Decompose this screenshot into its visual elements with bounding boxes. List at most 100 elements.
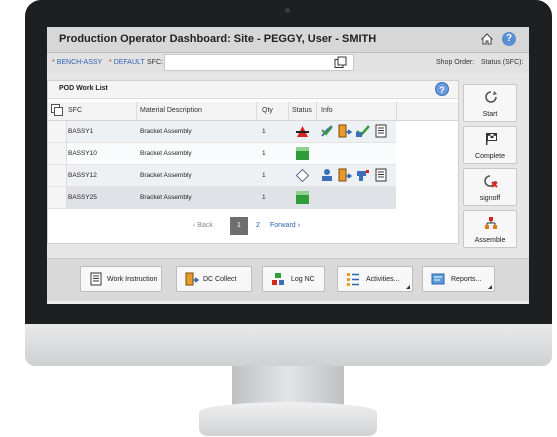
shop-order-label: Shop Order: <box>436 59 475 66</box>
row-selector[interactable] <box>48 187 67 208</box>
work-instruction-icon <box>90 272 102 286</box>
assemble-button[interactable]: Assemble <box>463 210 517 248</box>
sfc-label: SFC: <box>147 59 163 66</box>
title-bar: Production Operator Dashboard: Site - PE… <box>47 27 529 53</box>
column-header-info[interactable]: Info <box>321 107 333 114</box>
log-nc-button[interactable]: Log NC <box>262 266 325 292</box>
row-selector[interactable] <box>48 121 67 142</box>
sfc-cell: BASSY1 <box>68 128 94 135</box>
work-instruction-label: Work Instruction <box>107 276 158 283</box>
check-icon[interactable] <box>356 124 370 138</box>
work-instruction-button[interactable]: Work Instruction <box>80 266 162 292</box>
pagination: ‹ Back 1 2 Forward › <box>48 217 458 237</box>
work-instruction-icon[interactable] <box>374 168 388 182</box>
reports-icon <box>431 273 445 285</box>
column-header-qty[interactable]: Qty <box>262 107 273 114</box>
help-icon[interactable]: ? <box>435 82 449 96</box>
start-icon <box>485 91 497 103</box>
dc-collect-icon[interactable] <box>338 168 352 182</box>
column-header-sfc[interactable]: SFC <box>68 107 82 114</box>
description-cell: Bracket Assembly <box>140 194 192 201</box>
info-icons <box>320 124 388 139</box>
description-cell: Bracket Assembly <box>140 150 192 157</box>
browse-icon[interactable] <box>334 56 347 69</box>
active-status-icon <box>296 147 309 160</box>
dropdown-arrow-icon <box>406 285 410 289</box>
nc-icon[interactable] <box>356 168 370 182</box>
dc-collect-icon[interactable] <box>338 124 352 138</box>
status-sfc-label: Status (SFC): <box>481 59 524 66</box>
operation-value: BENCH-ASSY <box>56 59 103 66</box>
pod-worklist-panel: POD Work List ? SFC Material Description… <box>47 80 459 244</box>
dc-collect-icon <box>185 272 199 286</box>
resource-value: DEFAULT <box>113 59 145 66</box>
row-selector[interactable] <box>48 165 67 186</box>
active-status-icon <box>296 191 309 204</box>
table-row[interactable]: BASSY25 Bracket Assembly 1 <box>48 187 396 209</box>
worklist-title: POD Work List <box>59 85 108 92</box>
log-nc-label: Log NC <box>291 276 315 283</box>
complete-label: Complete <box>475 153 505 160</box>
worklist-header: POD Work List <box>48 81 458 99</box>
operation-field[interactable]: * BENCH-ASSY <box>52 59 102 66</box>
home-icon[interactable] <box>481 33 493 45</box>
complete-button[interactable]: Complete <box>463 126 517 164</box>
start-label: Start <box>482 111 498 118</box>
assemble-label: Assemble <box>474 237 506 244</box>
activities-label: Activities... <box>366 276 400 283</box>
column-divider <box>256 102 257 120</box>
webcam <box>285 8 290 13</box>
table-header: SFC Material Description Qty Status Info <box>48 102 458 121</box>
new-status-icon <box>296 169 309 182</box>
page-title: Production Operator Dashboard: Site - PE… <box>59 33 377 45</box>
sfc-cell: BASSY12 <box>68 172 97 179</box>
chevron-left-icon: ‹ <box>193 222 196 229</box>
work-instruction-icon[interactable] <box>374 124 388 138</box>
table-row[interactable]: BASSY1 Bracket Assembly 1 <box>48 121 396 143</box>
complete-flag-icon <box>486 133 497 145</box>
sfc-input[interactable] <box>164 54 354 71</box>
assemble-icon <box>485 217 497 229</box>
monitor-chin <box>25 324 552 366</box>
row-selector[interactable] <box>48 143 67 164</box>
help-icon[interactable]: ? <box>502 32 516 46</box>
signoff-button[interactable]: signoff <box>463 168 517 206</box>
monitor-stand-base <box>199 402 377 436</box>
column-header-status[interactable]: Status <box>292 107 312 114</box>
description-cell: Bracket Assembly <box>140 172 192 179</box>
table-row[interactable]: BASSY12 Bracket Assembly 1 <box>48 165 396 187</box>
column-header-material-description[interactable]: Material Description <box>140 107 202 114</box>
routing-icon[interactable] <box>320 124 334 138</box>
page-current[interactable]: 1 <box>230 217 248 235</box>
chevron-right-icon: › <box>297 222 300 229</box>
forward-button[interactable]: Forward › <box>270 222 300 229</box>
select-all-icon[interactable] <box>51 104 63 116</box>
monitor-stand-neck <box>232 366 344 406</box>
sfc-cell: BASSY10 <box>68 150 97 157</box>
log-nc-icon <box>272 273 284 285</box>
resource-field[interactable]: * DEFAULT <box>109 59 145 66</box>
user-icon[interactable] <box>320 168 334 182</box>
description-cell: Bracket Assembly <box>140 128 192 135</box>
table-row[interactable]: BASSY10 Bracket Assembly 1 <box>48 143 396 165</box>
reports-label: Reports... <box>451 276 482 283</box>
app-screen: Production Operator Dashboard: Site - PE… <box>47 27 529 304</box>
info-icons <box>320 168 388 183</box>
dropdown-arrow-icon <box>488 285 492 289</box>
reports-button[interactable]: Reports... <box>422 266 495 292</box>
column-divider <box>316 102 317 120</box>
qty-cell: 1 <box>262 128 266 135</box>
activities-button[interactable]: Activities... <box>337 266 413 292</box>
dc-collect-button[interactable]: DC Collect <box>176 266 252 292</box>
qty-cell: 1 <box>262 172 266 179</box>
signoff-icon <box>484 175 498 188</box>
qty-cell: 1 <box>262 150 266 157</box>
sfc-cell: BASSY25 <box>68 194 97 201</box>
selection-bar: * BENCH-ASSY * DEFAULT SFC: Shop Order: … <box>47 53 529 73</box>
activities-icon <box>347 273 359 286</box>
back-button[interactable]: ‹ Back <box>193 222 213 229</box>
start-button[interactable]: Start <box>463 84 517 122</box>
signoff-label: signoff <box>479 195 501 202</box>
page-link-2[interactable]: 2 <box>256 222 260 229</box>
on-hold-status-icon <box>296 126 309 137</box>
